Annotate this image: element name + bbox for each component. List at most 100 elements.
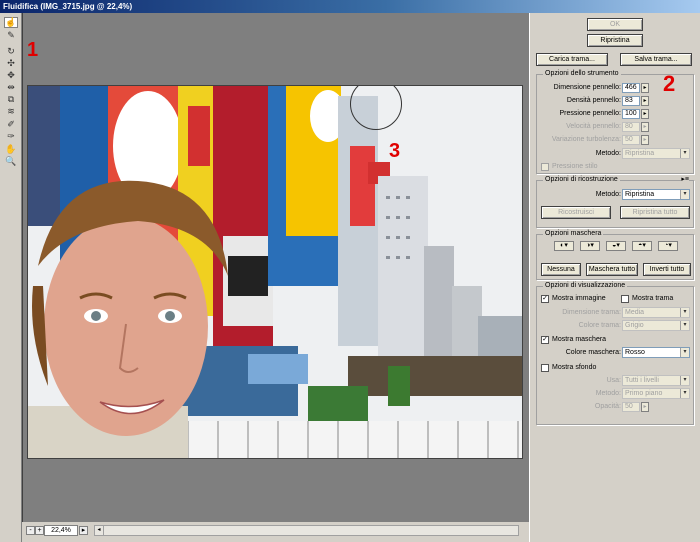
reconstruct-mode-select[interactable]: Ripristina ▾ [622,189,690,200]
pucker-tool-icon[interactable]: ✣ [4,58,18,69]
forward-warp-tool-icon[interactable]: ☝ [4,17,18,28]
ok-button[interactable]: OK [587,18,643,31]
options-panel: OK Ripristina Carica trama... Salva tram… [529,13,700,542]
hand-tool-icon[interactable]: ✋ [4,144,18,155]
tool-mode-label: Metodo: [595,150,621,157]
chevron-down-icon: ▾ [680,308,689,317]
horizontal-scrollbar[interactable]: ◂ [94,525,519,536]
brush-size-arrow-icon[interactable]: ▸ [641,83,649,93]
show-image-checkbox[interactable]: ✓ [541,295,549,303]
status-bar: - + 22,4% ▸ ◂ [22,522,529,542]
zoom-out-button[interactable]: - [26,526,35,535]
mesh-color-select[interactable]: Grigio ▾ [622,320,690,331]
chevron-down-icon: ▾ [680,389,689,398]
reconstruct-options-group: Opzioni di ricostruzione ▸≡ Metodo: Ripr… [536,175,694,228]
mesh-size-select[interactable]: Media ▾ [622,307,690,318]
zoom-field[interactable]: 22,4% [44,525,78,536]
add-to-selection-icon[interactable]: ◑▾ [580,241,600,251]
show-mesh-label: Mostra trama [632,295,674,302]
reset-button[interactable]: Ripristina [587,34,643,47]
zoom-in-small-button[interactable]: + [35,526,44,535]
chevron-down-icon: ▾ [680,190,689,199]
turbulent-jitter-input[interactable]: 50 [622,135,640,145]
mask-all-button[interactable]: Maschera tutto [586,263,638,276]
chevron-down-icon: ▾ [680,321,689,330]
photo-illustration [28,86,522,458]
backdrop-use-select[interactable]: Tutti i livelli ▾ [622,375,690,386]
view-options-group: Opzioni di visualizzazione ✓ Mostra imma… [536,282,694,425]
backdrop-use-label: Usa: [606,377,621,384]
restore-all-button[interactable]: Ripristina tutto [620,206,690,219]
scroll-left-icon[interactable]: ◂ [95,526,104,535]
stylus-pressure-checkbox[interactable] [541,163,549,171]
turbulent-jitter-label: Variazione turbolenza: [551,136,621,143]
show-backdrop-checkbox[interactable] [541,364,549,372]
chevron-down-icon: ▾ [680,376,689,385]
brush-rate-arrow-icon[interactable]: ▸ [641,122,649,132]
mask-color-select[interactable]: Rosso ▾ [622,347,690,358]
show-backdrop-label: Mostra sfondo [552,364,597,371]
reconstruct-tool-icon[interactable]: ✎ [4,30,18,41]
stylus-pressure-label: Pressione stilo [552,163,598,170]
backdrop-opacity-arrow-icon[interactable]: ▸ [641,402,649,412]
chevron-down-icon: ▾ [680,348,689,357]
preview-image[interactable] [27,85,523,459]
turbulent-jitter-arrow-icon[interactable]: ▸ [641,135,649,145]
zoom-tool-icon[interactable]: 🔍 [4,156,18,167]
mask-none-button[interactable]: Nessuna [541,263,581,276]
twirl-clockwise-tool-icon[interactable]: ↻ [4,46,18,57]
window-title: Fluidifica (IMG_3715.jpg @ 22,4%) [3,2,133,11]
mask-color-value: Rosso [625,349,645,356]
brush-size-input[interactable]: 466 [622,83,640,93]
mesh-color-label: Colore trama: [578,322,621,329]
brush-density-arrow-icon[interactable]: ▸ [641,96,649,106]
show-mesh-checkbox[interactable] [621,295,629,303]
tool-mode-value: Ripristina [625,150,655,157]
show-mask-label: Mostra maschera [552,336,607,343]
freeze-mask-tool-icon[interactable]: ✐ [4,119,18,130]
tool-options-group: Opzioni dello strumento Dimensione penne… [536,70,694,174]
brush-pressure-input[interactable]: 100 [622,109,640,119]
backdrop-mode-select[interactable]: Primo piano ▾ [622,388,690,399]
callout-1: 1 [27,39,39,61]
zoom-menu-button[interactable]: ▸ [79,526,88,535]
window-title-bar: Fluidifica (IMG_3715.jpg @ 22,4%) [0,0,700,13]
tool-options-title: Opzioni dello strumento [543,70,621,77]
tool-mode-select[interactable]: Ripristina ▾ [622,148,690,159]
load-mesh-button[interactable]: Carica trama... [536,53,608,66]
invert-all-button[interactable]: Inverti tutto [643,263,691,276]
mask-color-label: Colore maschera: [565,349,621,356]
mesh-color-value: Grigio [625,322,644,329]
mask-options-group: Opzioni maschera ◐▾ ◑▾ ◒▾ ◓▾ ◔▾ Nessuna … [536,230,694,280]
turbulence-tool-icon[interactable]: ≋ [4,106,18,117]
brush-rate-label: Velocità pennello: [566,123,621,130]
tools-panel: ☝ ✎ ↻ ✣ ✥ ⇹ ⧉ ≋ ✐ ✑ ✋ 🔍 [0,13,22,542]
save-mesh-button[interactable]: Salva trama... [620,53,692,66]
mesh-size-label: Dimensione trama: [562,309,621,316]
brush-pressure-arrow-icon[interactable]: ▸ [641,109,649,119]
subtract-selection-icon[interactable]: ◒▾ [606,241,626,251]
backdrop-mode-value: Primo piano [625,390,663,397]
mask-options-title: Opzioni maschera [543,230,604,237]
show-mask-checkbox[interactable]: ✓ [541,336,549,344]
intersect-selection-icon[interactable]: ◓▾ [632,241,652,251]
invert-selection-icon[interactable]: ◔▾ [658,241,678,251]
backdrop-use-value: Tutti i livelli [625,377,659,384]
thaw-mask-tool-icon[interactable]: ✑ [4,131,18,142]
preview-area[interactable]: 1 3 [22,13,529,522]
mesh-size-value: Media [625,309,645,316]
callout-3: 3 [389,140,401,162]
push-left-tool-icon[interactable]: ⇹ [4,82,18,93]
view-options-title: Opzioni di visualizzazione [543,282,628,289]
mirror-tool-icon[interactable]: ⧉ [4,94,18,105]
chevron-down-icon: ▾ [680,149,689,158]
brush-density-label: Densità pennello: [566,97,621,104]
brush-rate-input[interactable]: 80 [622,122,640,132]
group-menu-icon[interactable]: ▸≡ [681,175,689,183]
reconstruct-button[interactable]: Ricostruisci [541,206,611,219]
backdrop-opacity-input[interactable]: 50 [622,402,640,412]
bloat-tool-icon[interactable]: ✥ [4,70,18,81]
brush-density-input[interactable]: 83 [622,96,640,106]
replace-selection-icon[interactable]: ◐▾ [554,241,574,251]
backdrop-opacity-label: Opacità: [594,403,621,410]
